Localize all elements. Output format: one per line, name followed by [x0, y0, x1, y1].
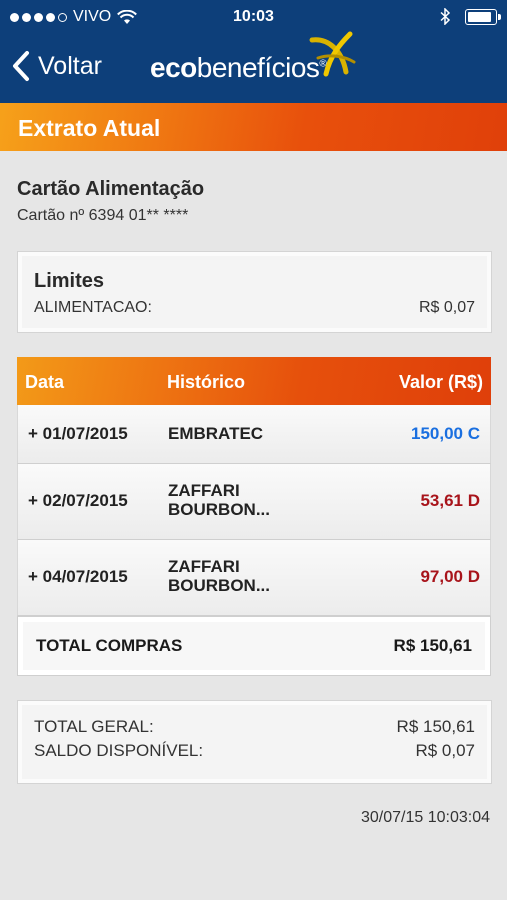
table-row[interactable]: + 02/07/2015 ZAFFARI BOURBON... 53,61 D	[17, 464, 491, 540]
bluetooth-icon	[440, 8, 451, 25]
row-history: ZAFFARI BOURBON...	[168, 557, 270, 595]
total-general-label: TOTAL GERAL:	[34, 717, 154, 736]
logo-swoosh-icon	[309, 31, 356, 77]
limit-value: R$ 0,07	[418, 299, 475, 316]
row-value: 53,61 D	[420, 491, 480, 510]
summary-panel: TOTAL GERAL: R$ 150,61 SALDO DISPONÍVEL:…	[17, 700, 492, 784]
back-button[interactable]: Voltar	[12, 50, 102, 82]
header-history: Histórico	[167, 372, 246, 392]
row-history: ZAFFARI BOURBON...	[168, 481, 270, 519]
limits-panel: Limites ALIMENTACAO: R$ 0,07	[17, 251, 492, 333]
row-date: + 04/07/2015	[28, 567, 128, 586]
table-row[interactable]: + 01/07/2015 EMBRATEC 150,00 C	[17, 405, 491, 464]
status-time: 10:03	[233, 8, 274, 25]
limits-heading: Limites	[34, 270, 105, 292]
total-purchases-label: TOTAL COMPRAS	[36, 636, 183, 655]
card-name: Cartão Alimentação	[17, 178, 205, 200]
chevron-left-icon	[13, 51, 29, 81]
back-label: Voltar	[38, 51, 102, 80]
row-date: + 01/07/2015	[28, 424, 128, 443]
timestamp: 30/07/15 10:03:04	[360, 809, 490, 826]
card-number: Cartão nº 6394 01** ****	[17, 207, 189, 224]
row-date: + 02/07/2015	[28, 491, 128, 510]
table-row[interactable]: + 04/07/2015 ZAFFARI BOURBON... 97,00 D	[17, 540, 491, 616]
total-purchases: TOTAL COMPRAS R$ 150,61	[17, 616, 491, 676]
status-bar: VIVO 10:03	[0, 0, 507, 34]
table-header: Data Histórico Valor (R$)	[17, 357, 491, 405]
app-logo: ecobenefícios®	[150, 52, 327, 83]
row-value: 150,00 C	[411, 424, 480, 443]
available-balance-value: R$ 0,07	[415, 741, 475, 760]
limit-label: ALIMENTACAO:	[34, 299, 152, 316]
statement-table: Data Histórico Valor (R$) + 01/07/2015 E…	[17, 357, 491, 676]
header-value: Valor (R$)	[398, 372, 483, 392]
header-date: Data	[25, 372, 65, 392]
battery-icon	[465, 8, 501, 25]
section-header: Extrato Atual	[0, 103, 507, 151]
row-value: 97,00 D	[420, 567, 480, 586]
section-title: Extrato Atual	[18, 115, 161, 141]
total-general-value: R$ 150,61	[396, 717, 475, 736]
available-balance-label: SALDO DISPONÍVEL:	[34, 741, 204, 760]
row-history: EMBRATEC	[168, 424, 264, 443]
total-purchases-value: R$ 150,61	[393, 636, 472, 655]
top-bar: VIVO 10:03 Voltar ecobenefícios®	[0, 0, 507, 103]
